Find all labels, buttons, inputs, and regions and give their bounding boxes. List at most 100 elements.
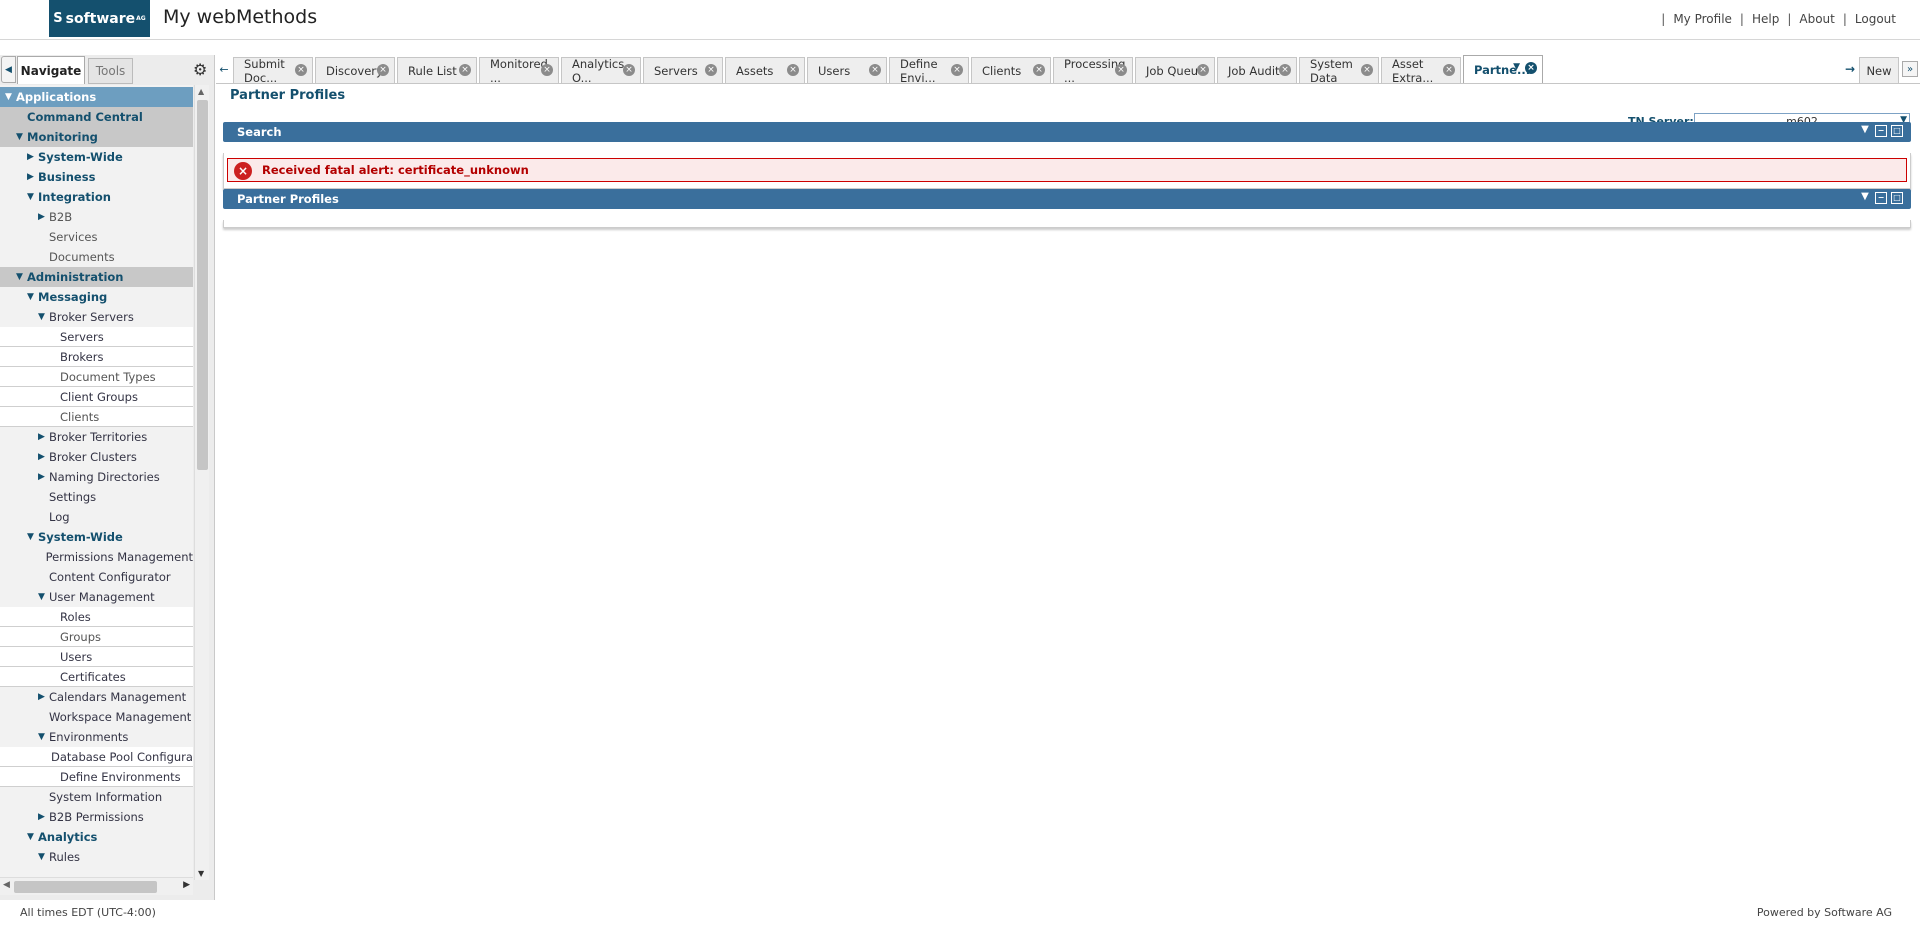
expand-open-icon[interactable]: ▼ — [37, 732, 46, 742]
expand-right-button[interactable]: » — [1902, 61, 1918, 77]
nav-item[interactable]: ▶ Naming Directories — [0, 467, 193, 487]
software-ag-logo[interactable]: S software AG — [49, 0, 150, 37]
nav-item[interactable]: Log — [0, 507, 193, 527]
nav-item[interactable]: ▼ System-Wide — [0, 527, 193, 547]
tab-4[interactable]: Analytics O... × — [561, 57, 641, 85]
expand-open-icon[interactable]: ▼ — [15, 272, 24, 282]
expand-closed-icon[interactable]: ▶ — [37, 432, 46, 442]
expand-closed-icon[interactable]: ▶ — [37, 212, 46, 222]
nav-item[interactable]: Clients — [0, 407, 193, 427]
scroll-down-icon[interactable]: ▼ — [198, 869, 204, 878]
tab-menu-icon[interactable]: ▼ — [1513, 62, 1520, 72]
nav-item[interactable]: ▼ Environments — [0, 727, 193, 747]
nav-item[interactable]: ▶ Broker Territories — [0, 427, 193, 447]
nav-item[interactable]: Workspace Management — [0, 707, 193, 727]
nav-item[interactable]: ▶ Business — [0, 167, 193, 187]
nav-item[interactable]: ▶ System-Wide — [0, 147, 193, 167]
nav-item[interactable]: Services — [0, 227, 193, 247]
tab-8[interactable]: Define Envi... × — [889, 57, 969, 85]
nav-item[interactable]: Command Central — [0, 107, 193, 127]
tab-0[interactable]: Submit Doc... × — [233, 57, 313, 85]
expand-closed-icon[interactable]: ▶ — [37, 692, 46, 702]
close-icon[interactable]: × — [459, 64, 471, 76]
nav-item[interactable]: Groups — [0, 627, 193, 647]
nav-vertical-scrollbar[interactable]: ▲ ▼ — [194, 85, 209, 880]
close-icon[interactable]: × — [1443, 64, 1455, 76]
expand-open-icon[interactable]: ▼ — [26, 532, 35, 542]
expand-closed-icon[interactable]: ▶ — [37, 452, 46, 462]
close-icon[interactable]: × — [377, 64, 389, 76]
nav-item[interactable]: ▼ Broker Servers — [0, 307, 193, 327]
tab-6[interactable]: Assets × — [725, 57, 805, 83]
close-icon[interactable]: × — [541, 64, 553, 76]
nav-item[interactable]: ▼ Applications — [0, 87, 193, 107]
nav-item[interactable]: Roles — [0, 607, 193, 627]
nav-item[interactable]: ▼ User Management — [0, 587, 193, 607]
partner-profiles-panel-header[interactable]: Partner Profiles ▼ − □ — [223, 189, 1911, 209]
my-profile-link[interactable]: My Profile — [1673, 12, 1732, 26]
close-icon[interactable]: × — [787, 64, 799, 76]
tab-1[interactable]: Discovery × — [315, 57, 395, 83]
close-icon[interactable]: × — [623, 64, 635, 76]
nav-item[interactable]: Brokers — [0, 347, 193, 367]
nav-horizontal-scroll-thumb[interactable] — [14, 881, 157, 893]
nav-item[interactable]: Document Types — [0, 367, 193, 387]
tab-10[interactable]: Processing ... × — [1053, 57, 1133, 85]
panel-menu-icon[interactable]: ▼ — [1859, 125, 1871, 137]
nav-item[interactable]: Certificates — [0, 667, 193, 687]
tab-5[interactable]: Servers × — [643, 57, 723, 83]
tab-11[interactable]: Job Queue × — [1135, 57, 1215, 83]
nav-item[interactable]: Content Configurator — [0, 567, 193, 587]
tab-tools[interactable]: Tools — [88, 58, 133, 84]
close-icon[interactable]: × — [951, 64, 963, 76]
scroll-up-icon[interactable]: ▲ — [198, 87, 204, 96]
tab-14[interactable]: Asset Extra... × — [1381, 57, 1461, 85]
expand-closed-icon[interactable]: ▶ — [26, 172, 35, 182]
nav-item[interactable]: Permissions Management — [0, 547, 193, 567]
tab-scroll-right-button[interactable]: → — [1843, 57, 1857, 81]
tab-15[interactable]: Partne... ▼ × — [1463, 55, 1543, 83]
nav-item[interactable]: ▶ Broker Clusters — [0, 447, 193, 467]
expand-open-icon[interactable]: ▼ — [26, 292, 35, 302]
tab-navigate[interactable]: Navigate — [17, 56, 85, 84]
nav-vertical-scroll-thumb[interactable] — [197, 100, 208, 470]
nav-item[interactable]: Servers — [0, 327, 193, 347]
collapse-panel-button[interactable]: ◀ — [1, 56, 16, 83]
expand-open-icon[interactable]: ▼ — [15, 132, 24, 142]
tab-13[interactable]: System Data × — [1299, 57, 1379, 85]
close-icon[interactable]: × — [1197, 64, 1209, 76]
close-icon[interactable]: × — [1525, 62, 1537, 74]
close-icon[interactable]: × — [869, 64, 881, 76]
close-icon[interactable]: × — [1115, 64, 1127, 76]
nav-item[interactable]: ▶ B2B — [0, 207, 193, 227]
logout-link[interactable]: Logout — [1855, 12, 1896, 26]
nav-item[interactable]: ▼ Integration — [0, 187, 193, 207]
expand-open-icon[interactable]: ▼ — [4, 92, 13, 102]
tab-7[interactable]: Users × — [807, 57, 887, 83]
tab-3[interactable]: Monitored ... × — [479, 57, 559, 85]
expand-closed-icon[interactable]: ▶ — [26, 152, 35, 162]
minimize-icon[interactable]: − — [1875, 125, 1887, 137]
tab-9[interactable]: Clients × — [971, 57, 1051, 83]
help-link[interactable]: Help — [1752, 12, 1779, 26]
panel-menu-icon[interactable]: ▼ — [1859, 192, 1871, 204]
nav-item[interactable]: ▼ Monitoring — [0, 127, 193, 147]
expand-open-icon[interactable]: ▼ — [26, 192, 35, 202]
maximize-icon[interactable]: □ — [1891, 125, 1903, 137]
nav-item[interactable]: Client Groups — [0, 387, 193, 407]
nav-horizontal-scrollbar[interactable]: ◀ ▶ — [0, 877, 193, 895]
close-icon[interactable]: × — [1033, 64, 1045, 76]
expand-open-icon[interactable]: ▼ — [37, 312, 46, 322]
expand-closed-icon[interactable]: ▶ — [37, 472, 46, 482]
nav-item[interactable]: Define Environments — [0, 767, 193, 787]
nav-item[interactable]: Users — [0, 647, 193, 667]
expand-closed-icon[interactable]: ▶ — [37, 812, 46, 822]
search-panel-header[interactable]: Search ▼ − □ — [223, 122, 1911, 142]
nav-item[interactable]: Database Pool Configuratio — [0, 747, 193, 767]
nav-item[interactable]: Documents — [0, 247, 193, 267]
nav-item[interactable]: ▼ Messaging — [0, 287, 193, 307]
tab-2[interactable]: Rule List × — [397, 57, 477, 83]
sync-icon[interactable]: ⚙ — [193, 60, 207, 79]
scroll-left-icon[interactable]: ◀ — [3, 880, 10, 890]
new-tab-button[interactable]: New — [1859, 57, 1899, 83]
